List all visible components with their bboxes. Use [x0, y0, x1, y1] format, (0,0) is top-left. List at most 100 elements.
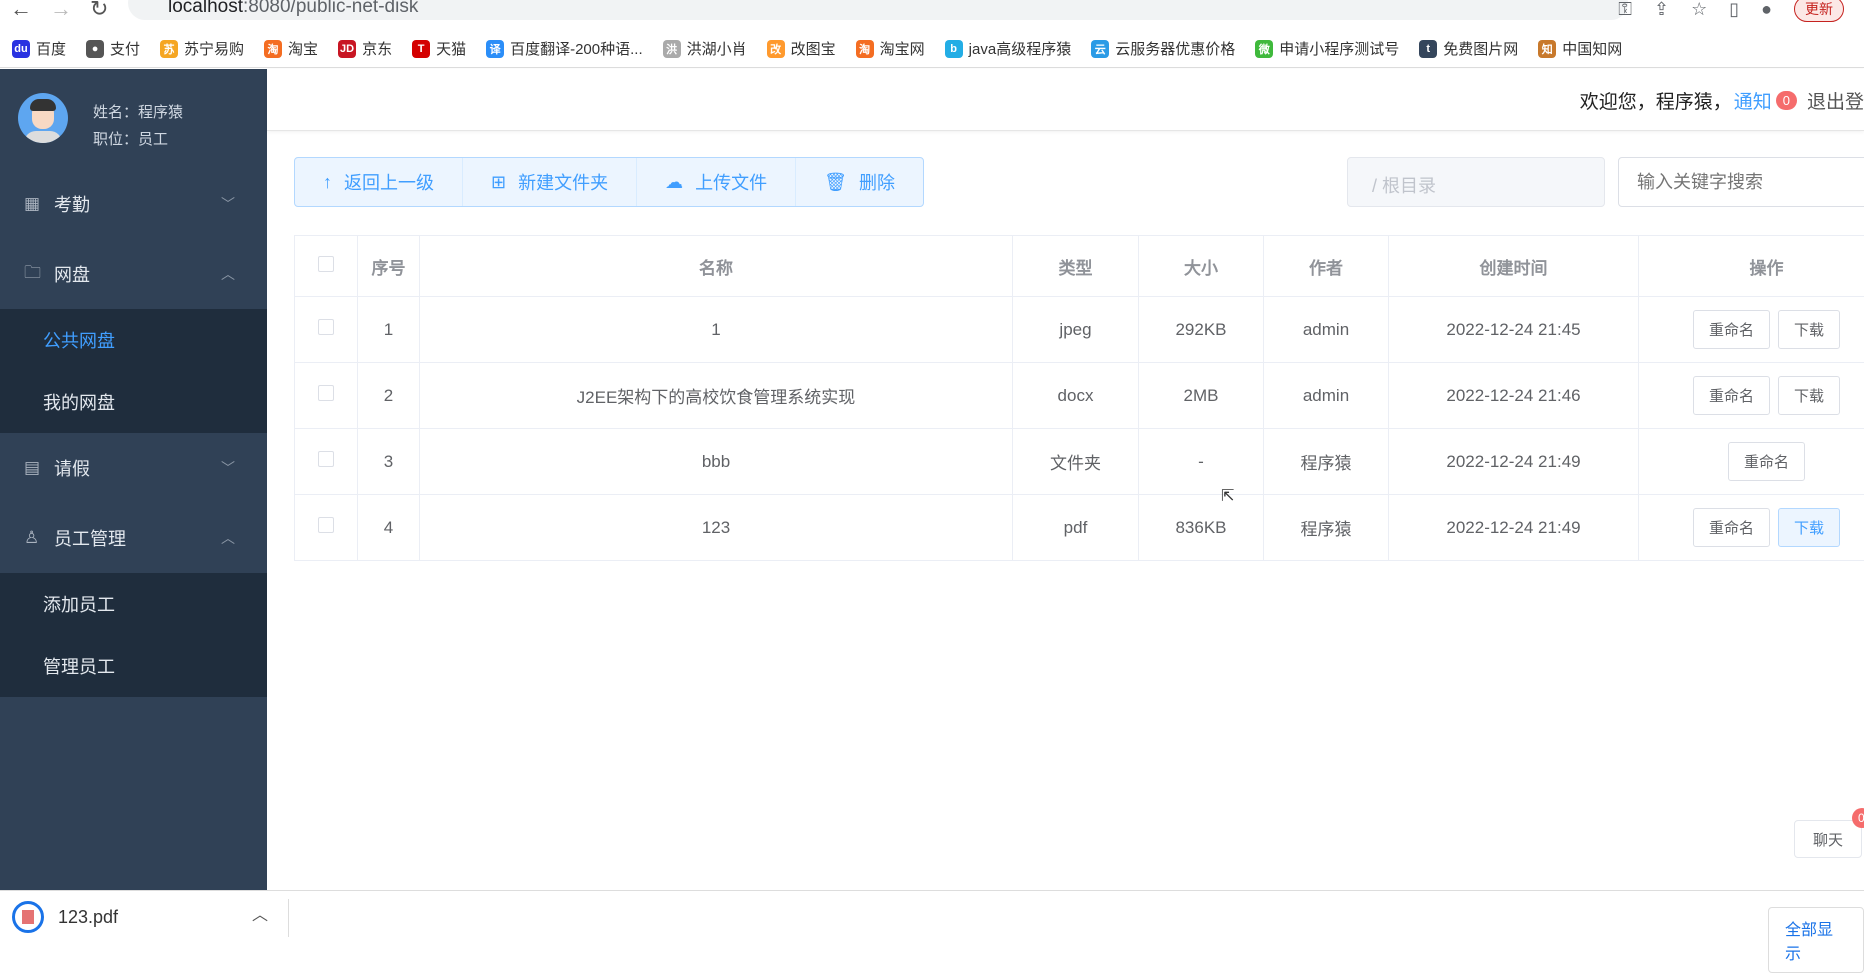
folder-icon: 🗀 — [24, 260, 42, 289]
notice-link[interactable]: 通知 — [1734, 87, 1772, 114]
delete-button[interactable]: 🗑删除 — [796, 158, 923, 206]
user-position: 职位：员工 — [93, 126, 183, 153]
bookmark-item[interactable]: T天猫 — [412, 38, 466, 59]
header-author: 作者 — [1264, 236, 1389, 297]
bookmark-icon: JD — [338, 40, 356, 58]
header-actions: 操作 — [1639, 236, 1864, 297]
bookmark-item[interactable]: 微申请小程序测试号 — [1255, 38, 1399, 59]
cell-actions: 重命名下载 — [1639, 363, 1864, 429]
bookmark-item[interactable]: JD京东 — [338, 38, 392, 59]
cell-size: 836KB — [1139, 495, 1264, 561]
bookmark-icon: 洪 — [663, 40, 681, 58]
bookmark-item[interactable]: 知中国知网 — [1538, 38, 1622, 59]
download-item[interactable]: 123.pdf — [12, 901, 118, 933]
profile-icon[interactable]: ● — [1761, 0, 1772, 20]
cell-time: 2022-12-24 21:45 — [1389, 297, 1639, 363]
table-row: 1 1 jpeg 292KB admin 2022-12-24 21:45 重命… — [295, 297, 1864, 363]
select-all-checkbox[interactable] — [318, 256, 334, 272]
cell-name: 123 — [420, 495, 1013, 561]
chat-button[interactable]: 聊天 — [1794, 820, 1862, 858]
bookmark-icon: 苏 — [160, 40, 178, 58]
share-icon[interactable]: ⇪ — [1654, 0, 1669, 20]
bookmark-item[interactable]: 云云服务器优惠价格 — [1091, 38, 1235, 59]
update-button[interactable]: 更新 — [1794, 0, 1844, 22]
sidebar: 姓名：程序猿职位：员工 ▦考勤﹀ 🗀网盘︿ 公共网盘 我的网盘 ▤请假﹀ ♙员工… — [0, 69, 267, 890]
forward-arrow-icon[interactable]: → — [50, 0, 72, 22]
cell-type: pdf — [1013, 495, 1139, 561]
menu-my-disk[interactable]: 我的网盘 — [0, 371, 267, 433]
chevron-down-icon: ﹀ — [221, 194, 235, 214]
bookmark-item[interactable]: bjava高级程序猿 — [945, 38, 1072, 59]
menu-leave[interactable]: ▤请假﹀ — [0, 433, 267, 503]
cell-no: 2 — [358, 363, 420, 429]
row-checkbox[interactable] — [318, 319, 334, 335]
file-table: 序号 名称 类型 大小 作者 创建时间 操作 1 1 jpeg 292KB ad… — [294, 235, 1864, 561]
menu-public-disk[interactable]: 公共网盘 — [0, 309, 267, 371]
header-time: 创建时间 — [1389, 236, 1639, 297]
row-checkbox[interactable] — [318, 385, 334, 401]
menu-add-staff[interactable]: 添加员工 — [0, 573, 267, 635]
browser-toolbar: ← → ↻ localhost:8080/public-net-disk ⚿ ⇪… — [0, 0, 1864, 28]
cell-author: admin — [1264, 363, 1389, 429]
pdf-file-icon — [12, 901, 44, 933]
cell-actions: 重命名下载 — [1639, 495, 1864, 561]
cell-no: 4 — [358, 495, 420, 561]
bookmark-item[interactable]: du百度 — [12, 38, 66, 59]
key-icon[interactable]: ⚿ — [1618, 0, 1632, 20]
chevron-down-icon: ﹀ — [221, 458, 235, 478]
menu-manage-staff[interactable]: 管理员工 — [0, 635, 267, 697]
bookmark-icon: du — [12, 40, 30, 58]
rename-button[interactable]: 重命名 — [1693, 376, 1770, 415]
bookmark-item[interactable]: 改改图宝 — [767, 38, 836, 59]
bookmark-item[interactable]: 苏苏宁易购 — [160, 38, 244, 59]
avatar — [18, 93, 68, 143]
download-button[interactable]: 下载 — [1778, 310, 1840, 349]
bookmark-item[interactable]: t免费图片网 — [1419, 38, 1518, 59]
chevron-up-icon[interactable]: ︿ — [252, 901, 268, 925]
bookmark-item[interactable]: 洪洪湖小肖 — [663, 38, 747, 59]
bookmark-icon: 改 — [767, 40, 785, 58]
header: 欢迎您，程序猿， 通知 0 退出登 — [267, 69, 1864, 131]
bookmark-icon: T — [412, 40, 430, 58]
logout-link[interactable]: 退出登 — [1807, 87, 1864, 114]
download-button[interactable]: 下载 — [1778, 508, 1840, 547]
menu-staff[interactable]: ♙员工管理︿ — [0, 503, 267, 573]
bookmark-item[interactable]: 淘淘宝网 — [856, 38, 925, 59]
header-size: 大小 — [1139, 236, 1264, 297]
bookmark-icon: 微 — [1255, 40, 1273, 58]
table-row: 3 bbb 文件夹 - 程序猿 2022-12-24 21:49 重命名 — [295, 429, 1864, 495]
menu-attendance[interactable]: ▦考勤﹀ — [0, 169, 267, 239]
table-row: 2 J2EE架构下的高校饮食管理系统实现 docx 2MB admin 2022… — [295, 363, 1864, 429]
reload-icon[interactable]: ↻ — [90, 0, 108, 22]
bookmark-icon: t — [1419, 40, 1437, 58]
upload-button[interactable]: ☁上传文件 — [637, 158, 796, 206]
welcome-text: 欢迎您，程序猿， — [1580, 87, 1732, 114]
row-checkbox[interactable] — [318, 517, 334, 533]
bookmark-item[interactable]: 淘淘宝 — [264, 38, 318, 59]
cell-type: 文件夹 — [1013, 429, 1139, 495]
cell-time: 2022-12-24 21:49 — [1389, 429, 1639, 495]
search-input[interactable] — [1618, 157, 1864, 207]
notice-badge: 0 — [1776, 91, 1797, 110]
rename-button[interactable]: 重命名 — [1728, 442, 1805, 481]
menu-netdisk[interactable]: 🗀网盘︿ — [0, 239, 267, 309]
cell-size: 292KB — [1139, 297, 1264, 363]
rename-button[interactable]: 重命名 — [1693, 508, 1770, 547]
new-folder-button[interactable]: ⊞新建文件夹 — [463, 158, 637, 206]
address-bar[interactable]: localhost:8080/public-net-disk — [128, 0, 1628, 20]
grid-icon: ▦ — [24, 194, 42, 214]
rename-button[interactable]: 重命名 — [1693, 310, 1770, 349]
download-button[interactable]: 下载 — [1778, 376, 1840, 415]
bookmark-item[interactable]: ●支付 — [86, 38, 140, 59]
sidepanel-icon[interactable]: ▯ — [1729, 0, 1739, 20]
show-all-button[interactable]: 全部显示 — [1768, 907, 1864, 973]
user-name: 姓名：程序猿 — [93, 99, 183, 126]
star-icon[interactable]: ☆ — [1691, 0, 1707, 20]
header-name: 名称 — [420, 236, 1013, 297]
bookmark-item[interactable]: 译百度翻译-200种语... — [486, 38, 643, 59]
mouse-cursor-icon: ⇱ — [1221, 486, 1234, 506]
row-checkbox[interactable] — [318, 451, 334, 467]
back-arrow-icon[interactable]: ← — [10, 0, 32, 22]
back-button[interactable]: ↑返回上一级 — [295, 158, 463, 206]
download-bar: 123.pdf ︿ 全部显示 — [0, 890, 1864, 936]
